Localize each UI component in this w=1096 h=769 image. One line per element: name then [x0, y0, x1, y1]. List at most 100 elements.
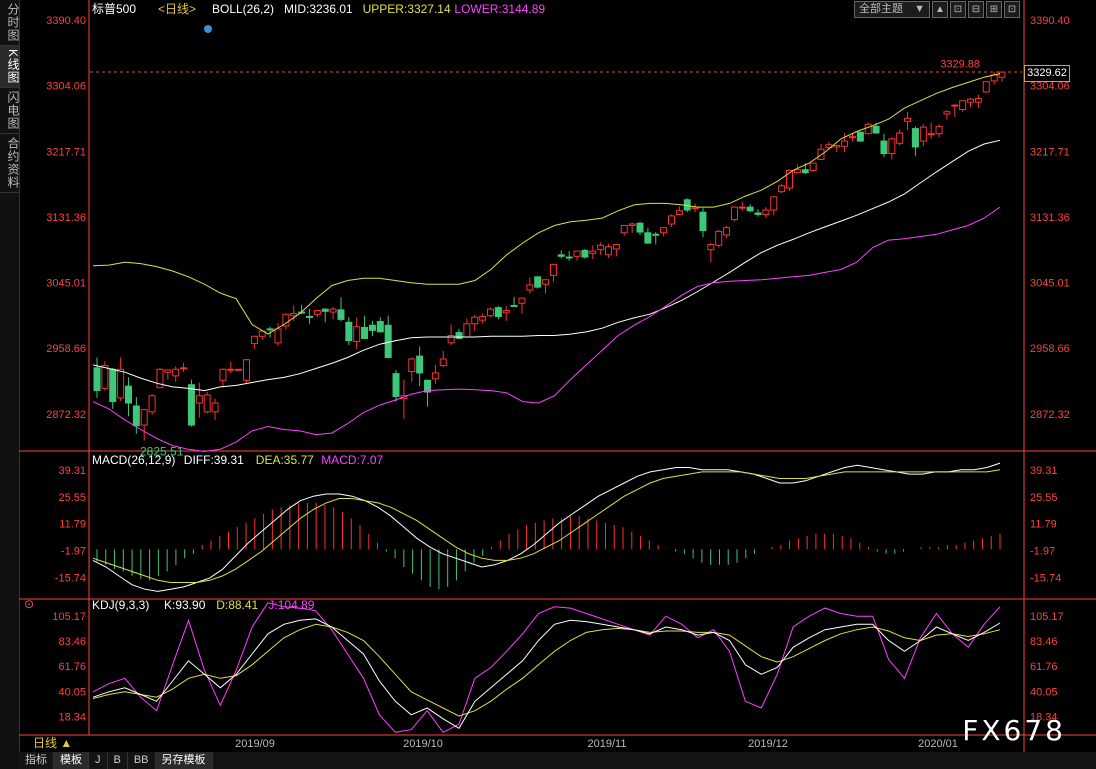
period-selector[interactable]: 日线 ▲ — [19, 736, 72, 751]
x-tick-label: 2019/09 — [235, 738, 275, 750]
candle-body — [337, 309, 345, 320]
candle-body — [667, 215, 675, 225]
y-tick-label-right: 2958.66 — [1030, 343, 1070, 355]
tab-template[interactable]: 模板 — [54, 752, 89, 769]
grid-icon[interactable]: ⊞ — [986, 1, 1002, 18]
candle-body — [967, 98, 975, 103]
candle-body — [605, 246, 613, 256]
y-tick-label-left: 3217.71 — [46, 146, 86, 158]
last-price-tag: 3329.62 — [1024, 65, 1070, 82]
candle-body — [612, 244, 620, 250]
candle-body — [723, 227, 731, 236]
tab-j[interactable]: J — [89, 752, 108, 769]
candle-body — [699, 211, 707, 232]
candle-body — [274, 328, 282, 344]
candle-body — [833, 144, 841, 148]
tab-b[interactable]: B — [108, 752, 128, 769]
candle-body — [770, 196, 778, 211]
y-tick-label-left: -15.74 — [55, 572, 86, 584]
candle-body — [290, 313, 298, 317]
candle-body — [675, 210, 683, 215]
chevron-down-icon: ▼ — [914, 3, 925, 15]
candle-body — [597, 244, 605, 251]
symbol-label: 标普500 — [92, 2, 136, 16]
y-tick-label-right: 105.17 — [1030, 611, 1064, 623]
y-tick-label-left: 61.76 — [58, 661, 86, 673]
high-price-label: 3329.88 — [940, 58, 980, 70]
candle-body — [416, 355, 424, 374]
candle-body — [549, 263, 557, 276]
y-tick-label-right: 39.31 — [1030, 465, 1058, 477]
candle-body — [809, 162, 817, 171]
bottom-tab-bar: 指标 模板 J B BB 另存模板 — [19, 752, 1096, 769]
theme-select-label: 全部主题 — [859, 3, 903, 15]
candle-body — [235, 368, 243, 371]
window-icon[interactable]: ⊟ — [968, 1, 984, 18]
candle-body — [927, 133, 935, 136]
candle-body — [203, 394, 211, 413]
candle-body — [305, 315, 313, 318]
y-tick-label-left: 3045.01 — [46, 278, 86, 290]
kdj-d-line — [92, 623, 1001, 717]
candle-body — [754, 212, 762, 215]
candle-body — [148, 395, 156, 413]
candle-body — [376, 321, 384, 333]
boll-lower-label: LOWER:3144.89 — [454, 2, 545, 16]
candle-body — [243, 359, 251, 381]
y-tick-label-right: 3304.06 — [1030, 81, 1070, 93]
y-tick-label-left: 25.55 — [58, 492, 86, 504]
candle-body — [117, 368, 125, 399]
target-icon: ⊙ — [24, 597, 34, 611]
candle-body — [321, 308, 329, 312]
theme-select[interactable]: 全部主题 ▼ — [854, 1, 930, 18]
candle-body — [982, 81, 990, 93]
y-tick-label-right: 83.46 — [1030, 636, 1058, 648]
indicator-name: BOLL(26,2) — [212, 2, 274, 16]
boll-mid-line — [92, 139, 1001, 392]
candle-body — [408, 358, 416, 372]
candle-body — [510, 304, 518, 307]
candle-body — [361, 326, 369, 339]
box-icon[interactable]: ⊡ — [1004, 1, 1020, 18]
y-tick-label-right: 40.05 — [1030, 686, 1058, 698]
x-tick-label: 2019/11 — [588, 738, 627, 750]
period-tag: <日线> — [158, 2, 196, 16]
candle-body — [793, 169, 801, 174]
x-tick-label: 2019/12 — [748, 738, 788, 750]
candle-body — [494, 307, 502, 317]
watermark: FX678 — [962, 714, 1066, 747]
tab-bb[interactable]: BB — [128, 752, 156, 769]
x-tick-label: 2019/10 — [403, 738, 443, 750]
layout-icon[interactable]: ⊡ — [950, 1, 966, 18]
candle-body — [872, 125, 880, 134]
candle-body — [124, 385, 132, 404]
tab-indicator[interactable]: 指标 — [19, 752, 54, 769]
candle-body — [132, 405, 140, 427]
x-tick-label: 2020/01 — [918, 738, 958, 750]
candle-body — [526, 284, 534, 291]
y-tick-label-left: 2872.32 — [46, 409, 86, 421]
tab-save-template[interactable]: 另存模板 — [155, 752, 213, 769]
boll-upper-line — [92, 73, 1001, 335]
candle-body — [250, 335, 258, 345]
candle-body — [180, 367, 188, 370]
candle-body — [880, 140, 888, 155]
kdj-j-line — [92, 602, 1001, 733]
candle-body — [164, 369, 172, 373]
candle-body — [848, 136, 856, 139]
candle-body — [628, 223, 636, 226]
period-label: 日线 — [33, 736, 58, 750]
up-icon[interactable]: ▲ — [932, 1, 948, 18]
candle-body — [109, 368, 117, 403]
candle-body — [471, 316, 479, 325]
candle-body — [392, 373, 400, 397]
candle-body — [911, 128, 919, 148]
candle-body — [801, 169, 809, 174]
candle-body — [904, 117, 912, 122]
candle-body — [919, 126, 927, 142]
candle-body — [943, 111, 951, 115]
candle-body — [707, 244, 715, 251]
candle-body — [715, 230, 723, 246]
chart-canvas[interactable]: 3390.40 3390.40 3304.06 3304.06 3217.71 3217.… — [0, 0, 1096, 769]
candle-body — [187, 384, 195, 426]
